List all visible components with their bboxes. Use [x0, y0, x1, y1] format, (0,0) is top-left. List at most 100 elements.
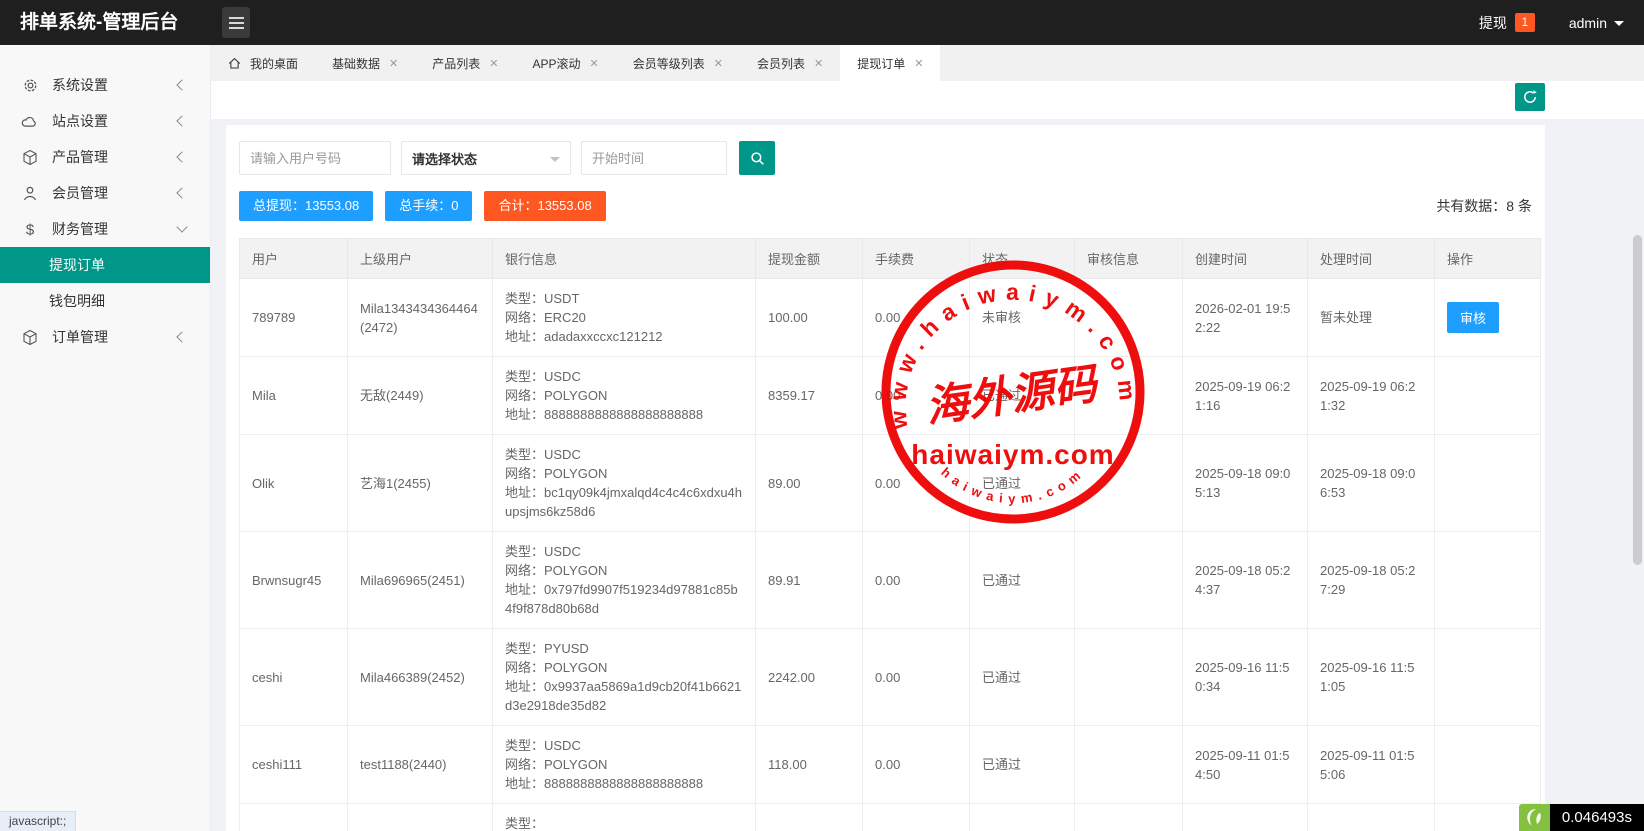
cell-created-time: 2025-09-19 06:21:16	[1183, 357, 1308, 435]
chevron-icon	[176, 187, 187, 198]
cell-user	[240, 804, 348, 831]
total-fee-button[interactable]: 总手续：0	[385, 191, 472, 221]
cell-created-time	[1183, 804, 1308, 831]
cell-fee: 0.00	[863, 532, 970, 629]
sidebar-item[interactable]: 产品管理	[0, 139, 210, 175]
sidebar-item[interactable]: 订单管理	[0, 319, 210, 355]
sidebar-subitem-label: 钱包明细	[49, 291, 105, 311]
cell-created-time: 2025-09-16 11:50:34	[1183, 629, 1308, 726]
tab-close-icon[interactable]: ✕	[714, 57, 723, 70]
cell-parent-user: test1188(2440)	[348, 726, 493, 804]
cube-icon	[21, 148, 39, 166]
tab-close-icon[interactable]: ✕	[389, 57, 398, 70]
sidebar-item[interactable]: 站点设置	[0, 103, 210, 139]
withdraw-label: 提现	[1479, 13, 1507, 33]
bank-type: 类型：USDC	[505, 367, 743, 386]
user-icon	[21, 184, 39, 202]
sidebar-item[interactable]: $ 财务管理	[0, 211, 210, 247]
sidebar-subitem[interactable]: 钱包明细	[0, 283, 210, 319]
user-number-input[interactable]	[239, 141, 391, 175]
username: admin	[1569, 15, 1607, 31]
user-menu[interactable]: admin	[1569, 15, 1624, 31]
cell-amount: 2242.00	[756, 629, 863, 726]
column-header: 上级用户	[348, 239, 493, 279]
bank-type: 类型：USDC	[505, 736, 743, 755]
tab-label: 会员等级列表	[633, 55, 705, 72]
total-withdraw-button[interactable]: 总提现：13553.08	[239, 191, 373, 221]
bank-type: 类型：PYUSD	[505, 639, 743, 658]
sidebar-subitem-active[interactable]: 提现订单	[0, 247, 210, 283]
audit-button[interactable]: 审核	[1447, 302, 1499, 333]
cell-fee: 0.00	[863, 726, 970, 804]
start-time-input[interactable]	[581, 141, 727, 175]
cloud-icon	[21, 112, 39, 130]
tab-close-icon[interactable]: ✕	[914, 57, 923, 70]
cell-created-time: 2025-09-11 01:54:50	[1183, 726, 1308, 804]
column-header: 操作	[1435, 239, 1541, 279]
record-count: 共有数据：8 条	[1436, 196, 1532, 216]
svg-text:$: $	[26, 221, 35, 238]
chevron-down-icon	[1614, 21, 1624, 31]
scrollbar-thumb[interactable]	[1633, 235, 1642, 565]
tab[interactable]: 会员等级列表 ✕	[616, 45, 740, 81]
tab[interactable]: 我的桌面	[211, 45, 315, 81]
tab[interactable]: APP滚动 ✕	[515, 45, 615, 81]
refresh-button[interactable]	[1515, 83, 1545, 111]
withdraw-orders-table: 用户上级用户银行信息提现金额手续费状态审核信息创建时间处理时间操作 789789…	[239, 238, 1541, 831]
cell-action	[1435, 532, 1541, 629]
tab[interactable]: 产品列表 ✕	[415, 45, 515, 81]
filter-row: 请选择状态	[239, 141, 1532, 175]
cell-processed-time: 2025-09-19 06:21:32	[1308, 357, 1435, 435]
cell-user: Mila	[240, 357, 348, 435]
column-header: 状态	[970, 239, 1075, 279]
grand-total-button[interactable]: 合计：13553.08	[484, 191, 605, 221]
table-header-row: 用户上级用户银行信息提现金额手续费状态审核信息创建时间处理时间操作	[240, 239, 1541, 279]
dollar-icon: $	[21, 220, 39, 238]
tab-close-icon[interactable]: ✕	[489, 57, 498, 70]
gear-icon	[21, 76, 39, 94]
column-header: 提现金额	[756, 239, 863, 279]
sidebar-item-label: 财务管理	[52, 219, 108, 239]
header-withdraw-link[interactable]: 提现 1	[1479, 13, 1535, 33]
tab[interactable]: 基础数据 ✕	[315, 45, 415, 81]
cell-audit-info	[1075, 726, 1183, 804]
tab-close-icon[interactable]: ✕	[814, 57, 823, 70]
hamburger-menu-icon[interactable]	[222, 7, 250, 38]
search-button[interactable]	[739, 141, 775, 175]
table-row: 类型：	[240, 804, 1541, 831]
cell-processed-time: 暂未处理	[1308, 279, 1435, 357]
bank-network: 网络：POLYGON	[505, 658, 743, 677]
tab-close-icon[interactable]: ✕	[590, 57, 599, 70]
cell-audit-info	[1075, 435, 1183, 532]
status-select-value: 请选择状态	[412, 149, 477, 168]
tab[interactable]: 提现订单 ✕	[840, 45, 940, 81]
cell-bank-info: 类型：USDC网络：POLYGON地址：bc1qy09k4jmxalqd4c4c…	[493, 435, 756, 532]
browser-status-tooltip: javascript:;	[0, 811, 76, 831]
cell-amount: 118.00	[756, 726, 863, 804]
table-row: Brwnsugr45 Mila696965(2451) 类型：USDC网络：PO…	[240, 532, 1541, 629]
tab-label: 提现订单	[857, 55, 905, 72]
cell-bank-info: 类型：USDT网络：ERC20地址：adadaxxccxc121212	[493, 279, 756, 357]
tab-label: 产品列表	[432, 55, 480, 72]
cell-fee: 0.00	[863, 435, 970, 532]
sidebar-item[interactable]: 会员管理	[0, 175, 210, 211]
bank-network: 网络：POLYGON	[505, 386, 743, 405]
withdraw-orders-card: 请选择状态 总提现：13553.08 总手续：0 合计：13553.08 共有数…	[226, 125, 1545, 831]
chevron-icon	[176, 221, 187, 232]
bank-network: 网络：ERC20	[505, 308, 743, 327]
cell-parent-user: Mila1343434364464(2472)	[348, 279, 493, 357]
cell-amount: 8359.17	[756, 357, 863, 435]
cell-processed-time	[1308, 804, 1435, 831]
main-content: 请选择状态 总提现：13553.08 总手续：0 合计：13553.08 共有数…	[211, 119, 1644, 831]
cell-bank-info: 类型：USDC网络：POLYGON地址：88888888888888888888…	[493, 357, 756, 435]
sidebar-item-label: 订单管理	[52, 327, 108, 347]
tab[interactable]: 会员列表 ✕	[740, 45, 840, 81]
cell-parent-user: 无敌(2449)	[348, 357, 493, 435]
status-select[interactable]: 请选择状态	[401, 141, 571, 175]
column-header: 审核信息	[1075, 239, 1183, 279]
cell-parent-user: Mila466389(2452)	[348, 629, 493, 726]
bank-address: 地址：adadaxxccxc121212	[505, 327, 743, 346]
chevron-icon	[176, 79, 187, 90]
sidebar-item[interactable]: 系统设置	[0, 67, 210, 103]
cell-parent-user: Mila696965(2451)	[348, 532, 493, 629]
